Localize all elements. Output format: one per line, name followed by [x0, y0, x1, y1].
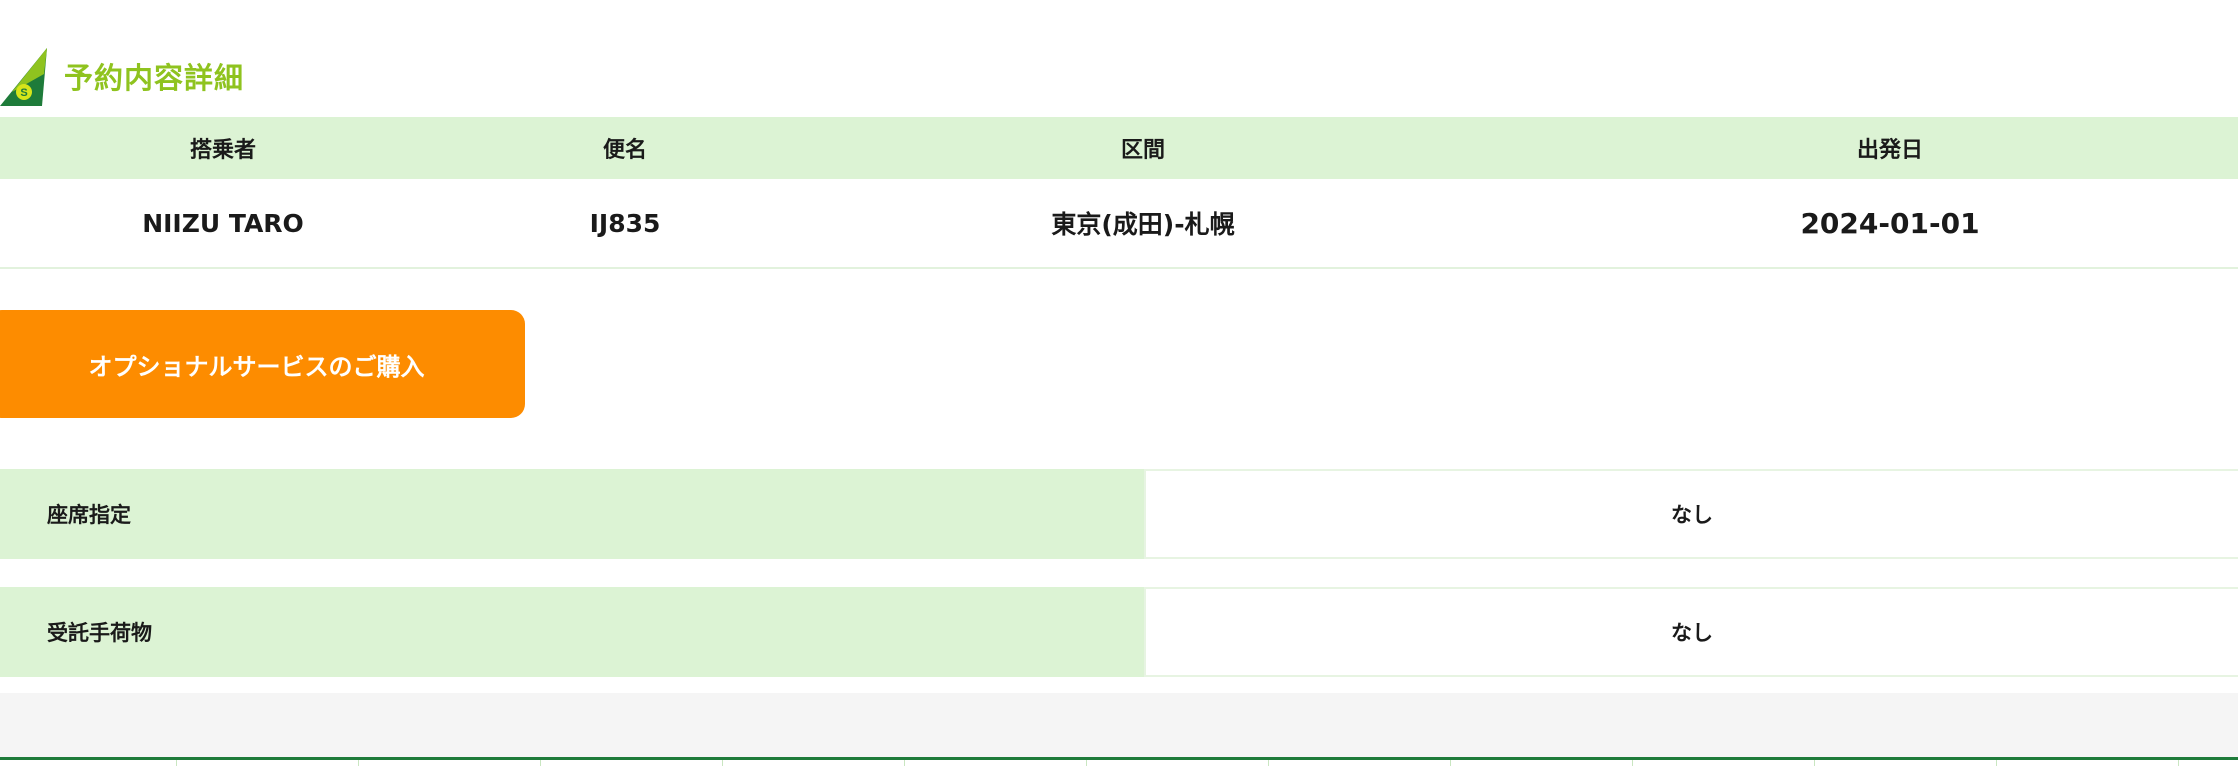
tick-mark — [540, 760, 541, 766]
table-row: NIIZU TARO IJ835 東京(成田)-札幌 2024-01-01 — [0, 179, 2238, 269]
tick-mark — [1632, 760, 1633, 766]
passenger-name: NIIZU TARO — [142, 208, 304, 238]
tick-mark — [1086, 760, 1087, 766]
seat-selection-value: なし — [1144, 469, 2238, 559]
bottom-tick-strip — [0, 760, 2238, 766]
tick-mark — [1450, 760, 1451, 766]
tick-mark — [2178, 760, 2179, 766]
header-flight-number: 便名 — [602, 138, 648, 163]
checked-baggage-label: 受託手荷物 — [0, 587, 1144, 677]
section-title: 予約内容詳細 — [64, 61, 245, 95]
tick-mark — [904, 760, 905, 766]
checked-baggage-value: なし — [1144, 587, 2238, 677]
checked-baggage-row: 受託手荷物 なし — [0, 587, 2238, 677]
footer-band — [0, 693, 2238, 759]
seat-selection-label: 座席指定 — [0, 469, 1144, 559]
tick-mark — [176, 760, 177, 766]
header-route: 区間 — [1120, 138, 1166, 163]
tick-mark — [1814, 760, 1815, 766]
route: 東京(成田)-札幌 — [1051, 210, 1235, 239]
tick-mark — [358, 760, 359, 766]
table-header-row: 搭乗者 便名 区間 出発日 — [0, 117, 2238, 179]
seat-selection-row: 座席指定 なし — [0, 469, 2238, 559]
tick-mark — [1996, 760, 1997, 766]
airline-tail-logo-icon: S — [0, 48, 47, 106]
departure-date: 2024-01-01 — [1800, 206, 1980, 240]
optional-services-purchase-button[interactable]: オプショナルサービスのご購入 — [0, 310, 525, 418]
svg-text:S: S — [20, 87, 27, 99]
header-passenger: 搭乗者 — [189, 138, 257, 163]
tick-mark — [722, 760, 723, 766]
flight-number: IJ835 — [589, 208, 661, 238]
section-header: S 予約内容詳細 — [0, 40, 244, 112]
tick-mark — [1268, 760, 1269, 766]
reservation-summary-table: 搭乗者 便名 区間 出発日 NIIZU TARO IJ835 東京(成田)-札幌… — [0, 117, 2238, 269]
header-departure-date: 出発日 — [1856, 138, 1924, 163]
